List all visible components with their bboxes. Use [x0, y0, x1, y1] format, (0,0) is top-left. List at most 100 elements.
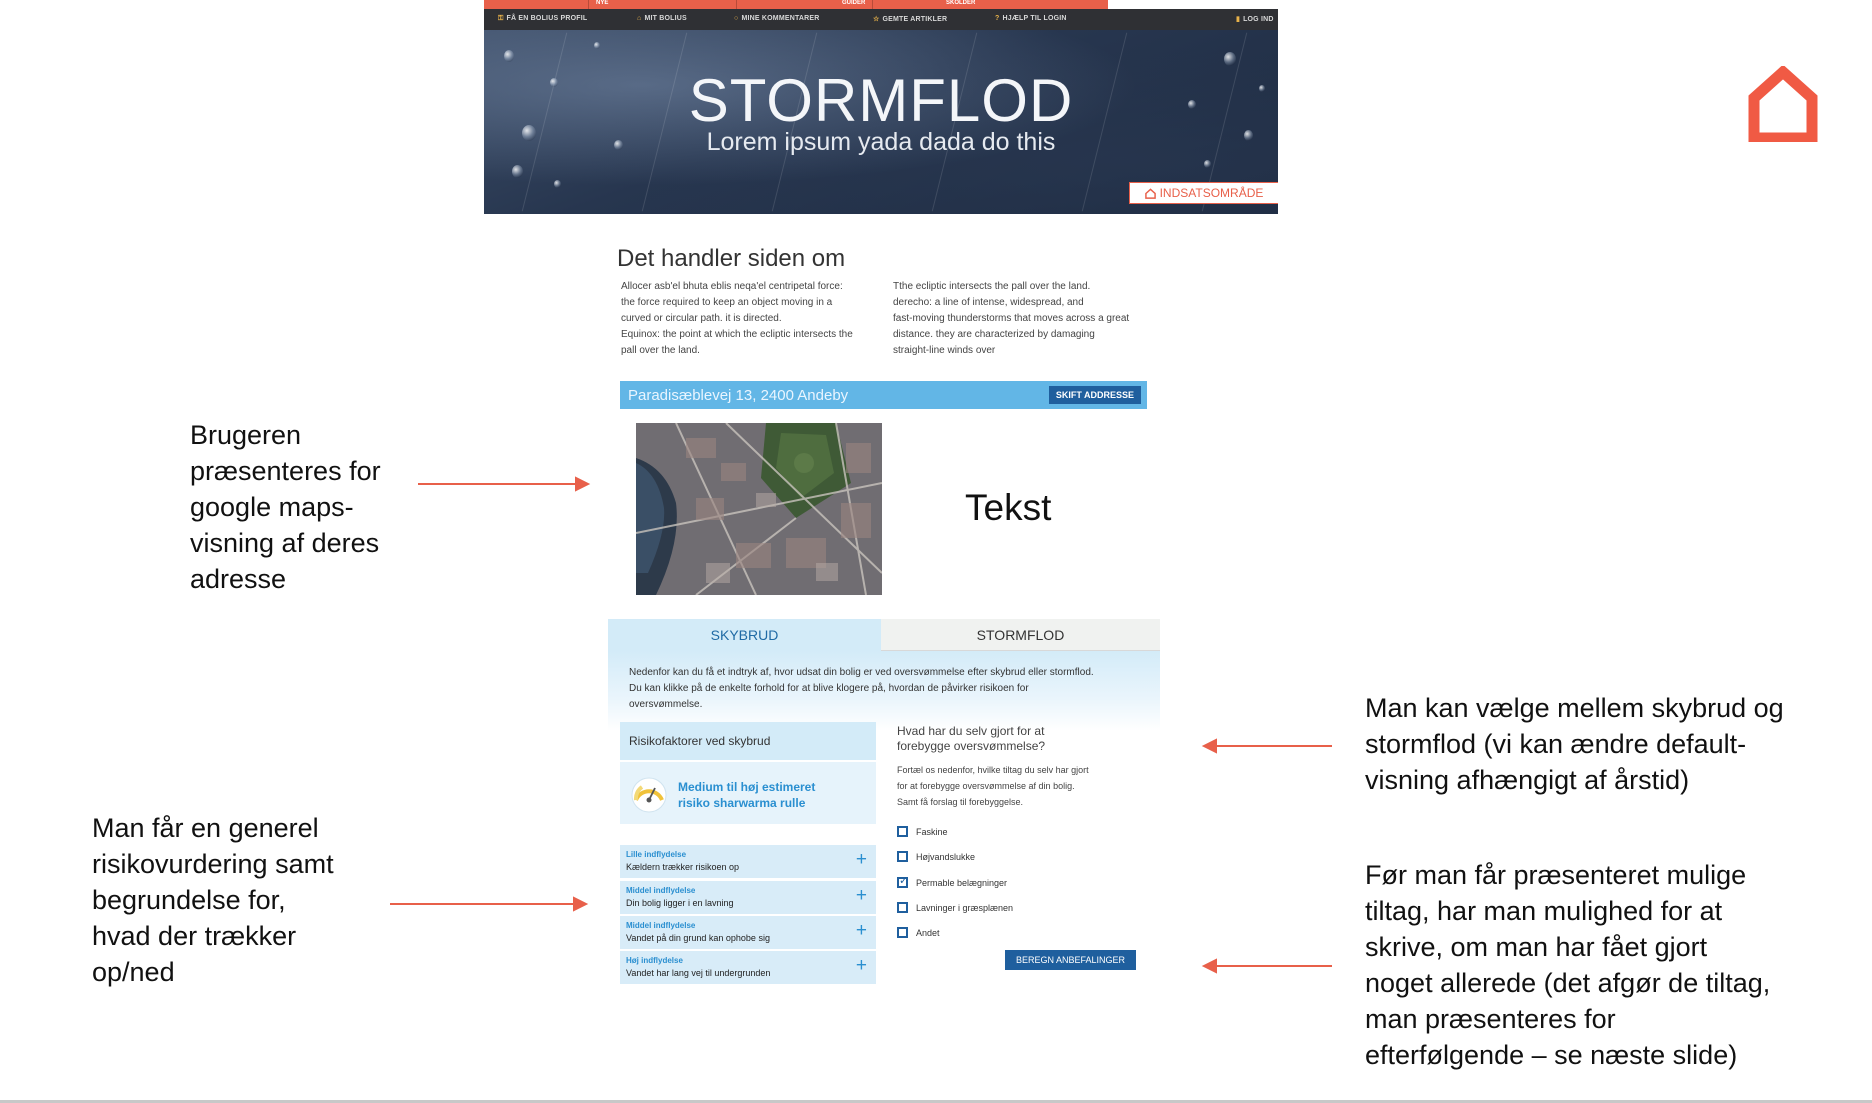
about-line: derecho: a line of intense, widespread, … [893, 297, 1084, 308]
annotation-tabs: Man kan vælge mellem skybrud og stormflo… [1365, 690, 1835, 798]
annotation-maps: Brugeren præsenteres for google maps- vi… [190, 417, 430, 597]
annotation-line: præsenteres for [190, 456, 381, 486]
nav-my-bolius[interactable]: ⌂ MIT BOLIUS [637, 15, 687, 22]
checkbox-label: Lavninger i græsplænen [916, 902, 1014, 913]
top-tab-guider[interactable]: GUIDER [842, 0, 865, 7]
factor-influence: Middel indflydelse [626, 921, 696, 930]
checkbox-lavninger[interactable]: Lavninger i græsplænen [897, 902, 1013, 913]
address-bar: Paradisæblevej 13, 2400 Andeby SKIFT ADD… [620, 381, 1147, 409]
annotation-line: adresse [190, 564, 287, 594]
star-icon: ☆ [873, 16, 880, 23]
nav-get-profile[interactable]: ⚿ FÅ EN BOLIUS PROFIL [498, 15, 587, 23]
checkbox-andet[interactable]: Andet [897, 927, 940, 938]
about-line: curved or circular path. it is directed. [621, 313, 782, 324]
map-side-text: Tekst [965, 487, 1052, 528]
risk-factor-item[interactable]: Høj indflydelse Vandet har lang vej til … [620, 951, 876, 984]
factor-influence: Middel indflydelse [626, 886, 696, 895]
risk-assessment: Medium til høj estimeret risiko sharwarm… [620, 762, 876, 824]
plus-icon[interactable]: + [856, 956, 867, 976]
about-line: Allocer asb'el bhuta eblis neqa'el centr… [621, 281, 843, 292]
annotation-line: efterfølgende – se næste slide) [1365, 1040, 1738, 1070]
user-nav-bar: ⚿ FÅ EN BOLIUS PROFIL ⌂ MIT BOLIUS ○ MINE K… [484, 9, 1278, 30]
address-value: Paradisæblevej 13, 2400 Andeby [628, 387, 849, 404]
arrow-head-right [575, 476, 591, 492]
annotation-risk: Man får en generel risikovurdering samt … [92, 810, 392, 990]
checkbox-permable[interactable]: Permable belægninger [897, 874, 1008, 888]
checkbox-label: Permable belægninger [916, 877, 1008, 888]
arrow-head-right [573, 896, 589, 912]
plus-icon[interactable]: + [856, 886, 867, 906]
calculate-recommendations-button[interactable]: BEREGN ANBEFALINGER [1005, 950, 1136, 970]
comment-icon: ○ [734, 15, 739, 22]
checkbox[interactable] [897, 902, 908, 913]
annotation-line: begrundelse for, [92, 885, 286, 915]
annotation-line: hvad der trækker [92, 921, 297, 951]
focus-area-button[interactable]: INDSATSOMRÅDE [1129, 182, 1278, 204]
factor-influence: Høj indflydelse [626, 956, 683, 965]
risk-label-line: risiko sharwarma rulle [678, 796, 806, 810]
nav-login[interactable]: ▮ LOG IND [1236, 15, 1274, 23]
annotation-line: op/ned [92, 957, 175, 987]
annotation-prevention: Før man får præsenteret mulige tiltag, h… [1365, 857, 1835, 1073]
about-line: Tthe ecliptic intersects the pall over t… [893, 281, 1091, 292]
annotation-line: stormflod (vi kan ændre default- [1365, 729, 1747, 759]
annotation-line: google maps- [190, 492, 354, 522]
about-column-1: Allocer asb'el bhuta eblis neqa'el centr… [621, 279, 891, 359]
prevention-title-line: forebygge oversvømmelse? [897, 739, 1046, 753]
change-address-button[interactable]: SKIFT ADDRESSE [1048, 386, 1141, 404]
checkbox[interactable] [897, 851, 908, 862]
satellite-map[interactable] [636, 423, 882, 595]
plus-icon[interactable]: + [856, 850, 867, 870]
annotation-line: skrive, om man har fået gjort [1365, 932, 1708, 962]
checkbox-hojvandslukke[interactable]: Højvandslukke [897, 851, 975, 862]
top-tab-nye[interactable]: NYE [596, 0, 608, 7]
nav-saved-articles[interactable]: ☆ GEMTE ARTIKLER [873, 15, 947, 23]
factor-description: Vandet har lang vej til undergrunden [626, 968, 771, 978]
annotation-line: Man får en generel [92, 813, 319, 843]
login-icon: ▮ [1236, 16, 1241, 23]
risk-label-line: Medium til høj estimeret [678, 780, 816, 794]
annotation-line: visning afhængigt af årstid) [1365, 765, 1690, 795]
risk-factor-item[interactable]: Lille indflydelse Kældern trækker risiko… [620, 845, 876, 878]
panel-intro: Nedenfor kan du få et indtryk af, hvor u… [629, 665, 1139, 713]
prevention-text: Fortæl os nedenfor, hvilke tiltag du sel… [897, 762, 1137, 810]
prevention-title: Hvad har du selv gjort for at forebygge … [897, 724, 1045, 754]
flood-type-tabs: SKYBRUD STORMFLOD [608, 619, 1160, 651]
checkbox-faskine[interactable]: Faskine [897, 826, 948, 837]
checkbox[interactable] [897, 826, 908, 837]
tab-panel: Nedenfor kan du få et indtryk af, hvor u… [608, 651, 1160, 731]
checkbox-label: Andet [916, 927, 940, 938]
risk-factor-item[interactable]: Middel indflydelse Vandet på din grund k… [620, 916, 876, 949]
plus-icon[interactable]: + [856, 921, 867, 941]
factor-influence: Lille indflydelse [626, 850, 687, 859]
risk-factors-box: Risikofaktorer ved skybrud Medium til hø… [620, 722, 876, 984]
annotation-line: Før man får præsenteret mulige [1365, 860, 1747, 890]
about-line: Equinox: the point at which the ecliptic… [621, 329, 853, 340]
arrow-head-left [1201, 958, 1217, 974]
hero-title: STORMFLOD [688, 67, 1074, 134]
help-icon: ? [995, 15, 1000, 22]
prevention-text-line: Fortæl os nedenfor, hvilke tiltag du sel… [897, 765, 1089, 775]
factor-description: Din bolig ligger i en lavning [626, 898, 734, 908]
tab-stormflod[interactable]: STORMFLOD [881, 619, 1160, 651]
about-line: the force required to keep an object mov… [621, 297, 833, 308]
nav-my-comments[interactable]: ○ MINE KOMMENTARER [734, 15, 820, 22]
panel-intro-line: oversvømmelse. [629, 699, 703, 710]
nav-login-help[interactable]: ? HJÆLP TIL LOGIN [995, 15, 1067, 22]
annotation-line: tiltag, har man mulighed for at [1365, 896, 1723, 926]
prevention-title-line: Hvad har du selv gjort for at [897, 724, 1045, 738]
annotation-line: Man kan vælge mellem skybrud og [1365, 693, 1784, 723]
checkbox[interactable] [897, 927, 908, 938]
site-mockup: NYE GUIDER SKOLDER ⚿ FÅ EN BOLIUS PROFIL … [484, 0, 1278, 214]
prevention-text-line: for at forebygge oversvømmelse af din bo… [897, 781, 1075, 791]
hero-subtitle: Lorem ipsum yada dada do this [706, 128, 1056, 156]
focus-area-button-label: INDSATSOMRÅDE [1159, 186, 1264, 200]
top-tab-active[interactable] [1108, 0, 1278, 9]
risk-factor-item[interactable]: Middel indflydelse Din bolig ligger i en… [620, 881, 876, 914]
about-line: distance. they are characterized by dama… [893, 329, 1095, 340]
checkbox-checked[interactable] [897, 874, 908, 888]
risk-header: Risikofaktorer ved skybrud [620, 722, 876, 760]
top-tab-skolder[interactable]: SKOLDER [946, 0, 975, 7]
gauge-icon [631, 777, 667, 813]
tab-skybrud[interactable]: SKYBRUD [608, 619, 881, 651]
